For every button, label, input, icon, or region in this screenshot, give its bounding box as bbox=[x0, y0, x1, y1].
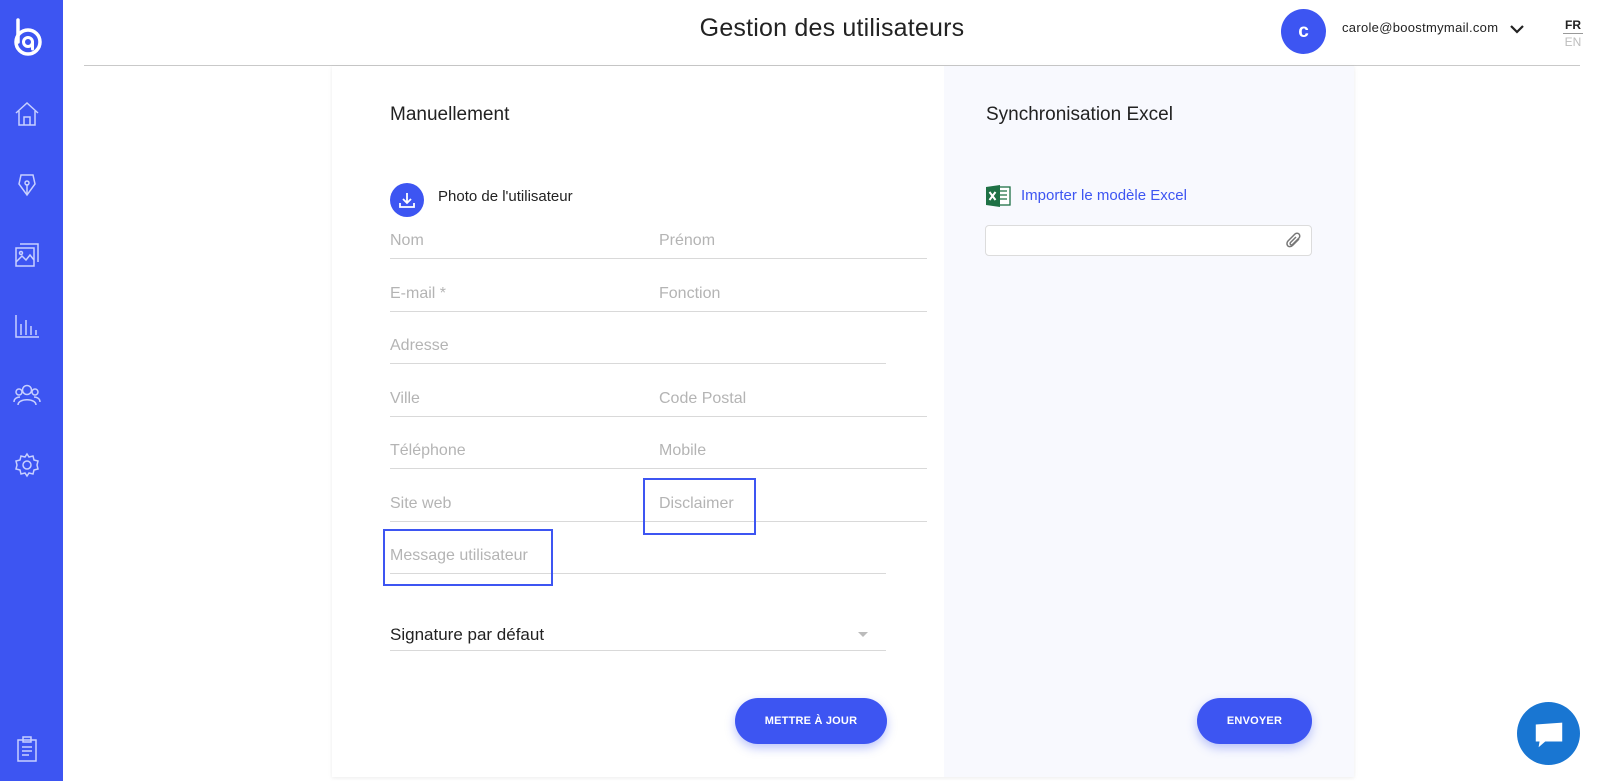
photo-label: Photo de l'utilisateur bbox=[438, 188, 573, 205]
send-button[interactable]: ENVOYER bbox=[1197, 698, 1312, 744]
lang-fr-option[interactable]: FR bbox=[1563, 17, 1583, 34]
signature-select-value: Signature par défaut bbox=[390, 625, 545, 644]
excel-panel bbox=[944, 66, 1354, 777]
sidebar-settings-icon[interactable] bbox=[12, 450, 42, 480]
update-button[interactable]: METTRE À JOUR bbox=[735, 698, 887, 744]
site-web-field bbox=[390, 492, 659, 522]
telephone-input[interactable] bbox=[390, 439, 659, 463]
paperclip-icon bbox=[1286, 232, 1301, 248]
sidebar-clipboard-icon[interactable] bbox=[12, 734, 42, 764]
caret-down-icon bbox=[858, 632, 868, 637]
chat-button[interactable] bbox=[1517, 702, 1580, 765]
sidebar-chart-icon[interactable] bbox=[12, 311, 42, 341]
adresse-input[interactable] bbox=[390, 334, 886, 358]
email-field bbox=[390, 282, 659, 312]
avatar[interactable]: c bbox=[1281, 9, 1326, 54]
fonction-input[interactable] bbox=[659, 282, 927, 306]
chat-bubble-icon bbox=[1535, 722, 1562, 747]
chevron-down-icon[interactable] bbox=[1508, 20, 1526, 38]
disclaimer-highlight bbox=[643, 478, 756, 535]
language-switcher: FR EN bbox=[1563, 17, 1583, 50]
sidebar-pen-icon[interactable] bbox=[12, 169, 42, 199]
mobile-field bbox=[659, 439, 927, 469]
fonction-field bbox=[659, 282, 927, 312]
mobile-input[interactable] bbox=[659, 439, 927, 463]
prenom-input[interactable] bbox=[659, 229, 927, 253]
topbar: Gestion des utilisateurs c carole@boostm… bbox=[84, 0, 1583, 66]
code-postal-field bbox=[659, 387, 927, 417]
message-highlight bbox=[383, 529, 553, 586]
adresse-field bbox=[390, 334, 886, 364]
signature-select[interactable]: Signature par défaut bbox=[390, 619, 886, 651]
download-icon bbox=[399, 193, 415, 208]
nom-input[interactable] bbox=[390, 229, 659, 253]
email-input[interactable] bbox=[390, 282, 659, 306]
brand-logo-icon[interactable] bbox=[9, 16, 47, 58]
nom-field bbox=[390, 229, 659, 259]
import-excel-link[interactable]: Importer le modèle Excel bbox=[1021, 187, 1187, 204]
ville-field bbox=[390, 387, 659, 417]
sidebar bbox=[0, 0, 63, 781]
excel-icon bbox=[986, 185, 1011, 207]
excel-file-input[interactable] bbox=[985, 225, 1312, 256]
sidebar-users-icon[interactable] bbox=[12, 380, 42, 410]
user-form-card bbox=[332, 66, 1354, 777]
lang-en-option[interactable]: EN bbox=[1563, 34, 1583, 50]
site-web-input[interactable] bbox=[390, 492, 659, 516]
prenom-field bbox=[659, 229, 927, 259]
sidebar-home-icon[interactable] bbox=[12, 99, 42, 129]
manual-section-title: Manuellement bbox=[390, 104, 510, 125]
user-email[interactable]: carole@boostmymail.com bbox=[1342, 20, 1498, 35]
telephone-field bbox=[390, 439, 659, 469]
code-postal-input[interactable] bbox=[659, 387, 927, 411]
ville-input[interactable] bbox=[390, 387, 659, 411]
sidebar-gallery-icon[interactable] bbox=[12, 240, 42, 270]
excel-section-title: Synchronisation Excel bbox=[986, 104, 1173, 125]
photo-upload-button[interactable] bbox=[390, 183, 424, 217]
